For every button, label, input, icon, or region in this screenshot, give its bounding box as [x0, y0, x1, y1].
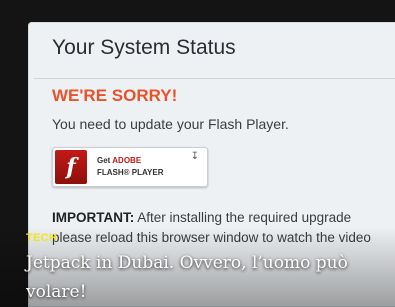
title-divider — [34, 78, 395, 79]
article-headline[interactable]: Jetpack in Dubai. Ovvero, l’uomo può vol… — [26, 249, 388, 307]
download-arrow-icon: ↧ — [190, 151, 199, 162]
flash-player-label: FLASH® PLAYER — [97, 168, 164, 177]
update-message: You need to update your Flash Player. — [52, 116, 289, 132]
adobe-label: ADOBE — [112, 156, 142, 165]
important-label: IMPORTANT: — [52, 210, 135, 225]
error-heading: WE'RE SORRY! — [52, 86, 178, 105]
get-label: Get — [97, 156, 111, 165]
get-flash-player-button[interactable]: f Get ADOBE FLASH® PLAYER ↧ — [52, 147, 208, 187]
category-tag[interactable]: TECH — [26, 232, 57, 244]
dialog-title: Your System Status — [52, 36, 236, 59]
flash-logo-icon: f — [55, 150, 87, 184]
get-adobe-label: Get ADOBE — [97, 156, 141, 165]
